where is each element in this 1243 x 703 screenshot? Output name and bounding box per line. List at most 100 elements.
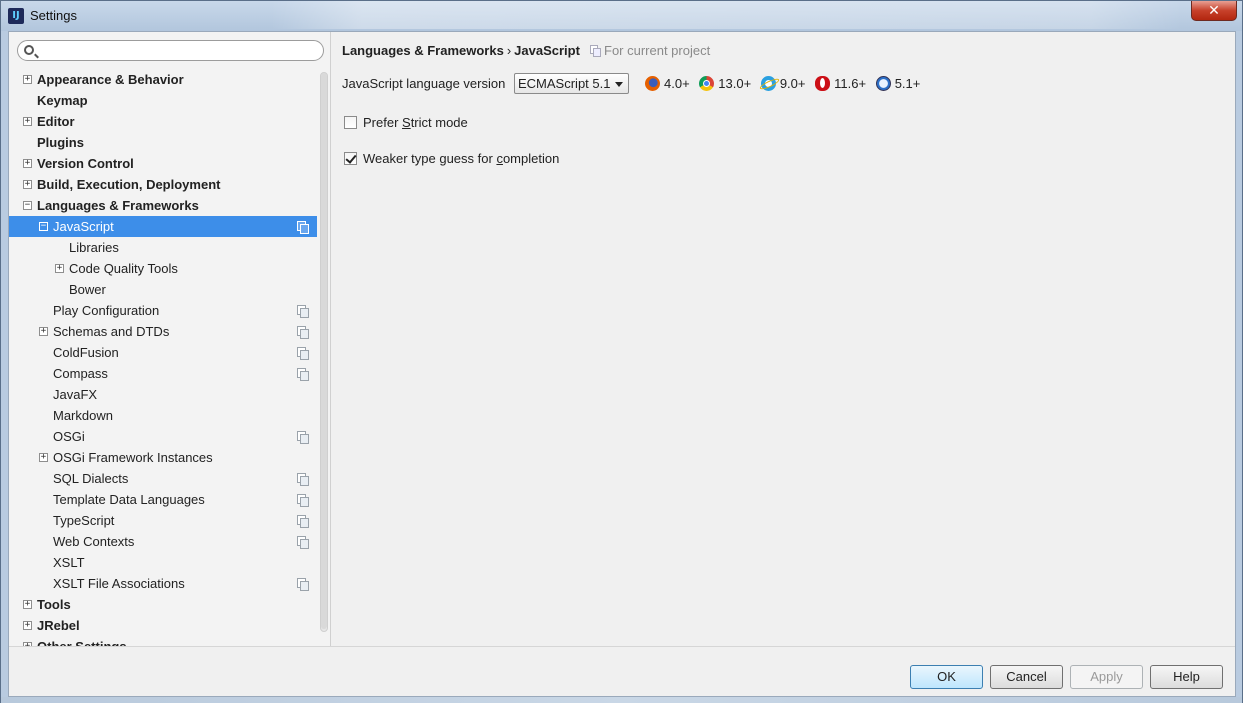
chrome-version: 13.0+: [718, 76, 752, 91]
prefer-strict-label-post: trict mode: [410, 115, 468, 130]
title-bar-background: [271, 1, 1182, 29]
weaker-type-checkbox[interactable]: [344, 152, 357, 165]
expand-icon[interactable]: +: [23, 180, 32, 189]
dialog-content: + Appearance & Behavior Keymap + Editor Plugi…: [8, 31, 1236, 697]
browser-compatibility: 4.0+ 13.0+ 9.0+ 11.6+ 5.1+: [645, 75, 926, 93]
expand-icon[interactable]: +: [23, 159, 32, 168]
firefox-version: 4.0+: [664, 76, 690, 91]
tree-item-label: Markdown: [53, 408, 113, 423]
collapse-icon[interactable]: −: [39, 222, 48, 231]
tree-item-label: Bower: [69, 282, 106, 297]
project-scope-icon: [590, 45, 601, 57]
prefer-strict-checkbox[interactable]: [344, 116, 357, 129]
breadcrumb-parent: Languages & Frameworks: [342, 43, 504, 58]
tree-item[interactable]: Plugins: [9, 132, 317, 153]
tree-item[interactable]: + Schemas and DTDs: [9, 321, 317, 342]
tree-item[interactable]: XSLT File Associations: [9, 573, 317, 594]
tree-item-label: Libraries: [69, 240, 119, 255]
expand-icon[interactable]: +: [55, 264, 64, 273]
tree-item[interactable]: + Version Control: [9, 153, 317, 174]
tree-item-label: OSGi Framework Instances: [53, 450, 213, 465]
language-version-dropdown[interactable]: ECMAScript 5.1: [514, 73, 629, 94]
help-button[interactable]: Help: [1150, 665, 1223, 689]
tree-scrollbar[interactable]: [320, 72, 328, 632]
settings-navigation-panel: + Appearance & Behavior Keymap + Editor Plugi…: [9, 32, 331, 646]
project-scope-icon: [297, 368, 309, 381]
project-scope-icon: [297, 326, 309, 339]
tree-item-label: JavaFX: [53, 387, 98, 402]
project-scope-icon: [297, 347, 309, 360]
tree-item[interactable]: JavaFX: [9, 384, 317, 405]
ie-version: 9.0+: [779, 76, 806, 91]
title-bar[interactable]: IJ Settings ✕: [1, 1, 1242, 31]
tree-item[interactable]: Web Contexts: [9, 531, 317, 552]
prefer-strict-label[interactable]: Prefer Strict mode: [363, 115, 468, 130]
tree-item-label: Other Settings: [37, 636, 127, 646]
weaker-type-label[interactable]: Weaker type guess for completion: [363, 151, 559, 166]
opera-version: 11.6+: [834, 76, 867, 91]
prefer-strict-mnemonic: S: [402, 115, 411, 130]
tree-item[interactable]: + Editor: [9, 111, 317, 132]
close-window-button[interactable]: ✕: [1191, 1, 1237, 21]
tree-item-label: Editor: [37, 114, 75, 129]
scope-note-text: For current project: [604, 43, 711, 58]
tree-item[interactable]: SQL Dialects: [9, 468, 317, 489]
apply-button[interactable]: Apply: [1070, 665, 1143, 689]
tree-item[interactable]: ColdFusion: [9, 342, 317, 363]
settings-search-box[interactable]: [17, 40, 324, 61]
project-scope-icon: [297, 515, 309, 528]
tree-item-label: Compass: [53, 366, 108, 381]
tree-scrollbar-thumb[interactable]: [321, 73, 327, 629]
tree-item[interactable]: Compass: [9, 363, 317, 384]
tree-item[interactable]: OSGi: [9, 426, 317, 447]
chevron-down-icon: [615, 82, 623, 87]
project-scope-icon: [297, 305, 309, 318]
ok-button[interactable]: OK: [910, 665, 983, 689]
tree-item[interactable]: Keymap: [9, 90, 317, 111]
collapse-icon[interactable]: −: [23, 201, 32, 210]
project-scope-icon: [297, 431, 309, 444]
tree-item[interactable]: Libraries: [9, 237, 317, 258]
opera-icon: [815, 76, 831, 91]
tree-item-label: Play Configuration: [53, 303, 160, 318]
tree-item-label: Version Control: [37, 156, 134, 171]
expand-icon[interactable]: +: [23, 75, 32, 84]
tree-item-label: XSLT File Associations: [53, 576, 185, 591]
search-icon: [24, 45, 34, 55]
tree-item[interactable]: Template Data Languages: [9, 489, 317, 510]
tree-item[interactable]: + JRebel: [9, 615, 317, 636]
breadcrumb-separator: ›: [506, 43, 512, 58]
prefer-strict-label-pre: Prefer: [363, 115, 403, 130]
tree-item[interactable]: +Other Settings: [9, 636, 317, 646]
tree-item[interactable]: + Tools: [9, 594, 317, 615]
project-scope-icon: [297, 578, 309, 591]
browser-firefox: 4.0+: [645, 75, 690, 93]
tree-item[interactable]: TypeScript: [9, 510, 317, 531]
tree-item-label: Languages & Frameworks: [37, 198, 199, 213]
tree-item[interactable]: − Languages & Frameworks: [9, 195, 317, 216]
expand-icon[interactable]: +: [23, 621, 32, 630]
tree-item[interactable]: + Appearance & Behavior: [9, 69, 317, 90]
settings-search-input[interactable]: [40, 43, 318, 58]
tree-item[interactable]: − JavaScript: [9, 216, 317, 237]
tree-item[interactable]: Bower: [9, 279, 317, 300]
tree-item-label: Build, Execution, Deployment: [37, 177, 221, 192]
tree-item[interactable]: XSLT: [9, 552, 317, 573]
tree-item[interactable]: + OSGi Framework Instances: [9, 447, 317, 468]
tree-item[interactable]: Markdown: [9, 405, 317, 426]
tree-item-label: Template Data Languages: [53, 492, 205, 507]
tree-item[interactable]: Play Configuration: [9, 300, 317, 321]
expand-icon[interactable]: +: [23, 117, 32, 126]
expand-icon[interactable]: +: [39, 327, 48, 336]
tree-item[interactable]: + Code Quality Tools: [9, 258, 317, 279]
expand-icon[interactable]: +: [23, 600, 32, 609]
tree-item-label: Tools: [37, 597, 71, 612]
tree-item-label: Plugins: [37, 135, 84, 150]
language-version-label: JavaScript language version: [342, 76, 506, 91]
tree-item-label: Appearance & Behavior: [37, 72, 184, 87]
tree-item-label: OSGi: [53, 429, 85, 444]
tree-item[interactable]: + Build, Execution, Deployment: [9, 174, 317, 195]
expand-icon[interactable]: +: [39, 453, 48, 462]
weaker-type-label-pre: Weaker type guess for: [363, 151, 497, 166]
cancel-button[interactable]: Cancel: [990, 665, 1063, 689]
